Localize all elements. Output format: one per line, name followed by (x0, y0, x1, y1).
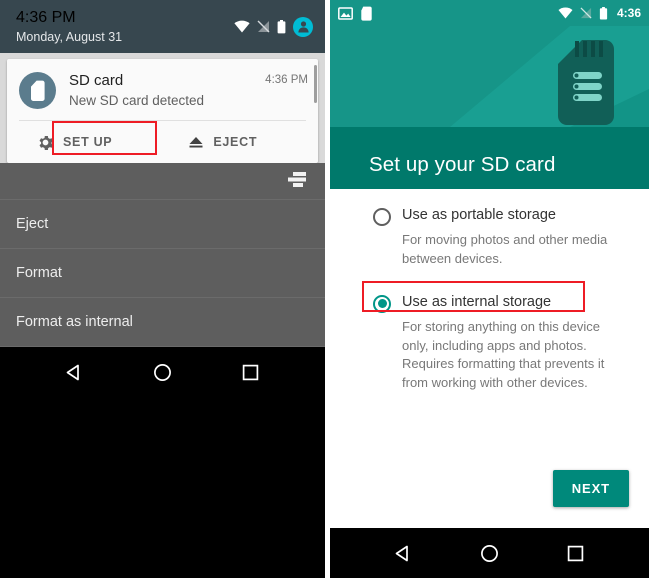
notification-shade: SD card New SD card detected 4:36 PM SET… (0, 53, 325, 163)
recents-icon[interactable] (554, 531, 598, 575)
left-status-icons (234, 16, 313, 37)
storage-menu-list: Eject Format Format as internal (0, 163, 325, 347)
notification-actions: SET UP EJECT (7, 121, 318, 163)
status-date: Monday, August 31 (16, 29, 123, 44)
menu-item-label: Eject (16, 216, 49, 232)
wifi-icon (558, 7, 573, 19)
battery-icon (277, 19, 286, 33)
sd-card-icon (19, 72, 56, 109)
option-internal-storage-wrapper: Use as internal storage For storing anyt… (330, 294, 649, 393)
status-time: 4:36 PM (16, 8, 76, 26)
sd-card-illustration (553, 38, 621, 135)
sd-card-icon (361, 6, 372, 21)
next-button[interactable]: NEXT (552, 470, 629, 507)
page-title: Set up your SD card (369, 153, 556, 176)
option-description: For storing anything on this device only… (402, 318, 605, 391)
right-status-left-icons (338, 6, 373, 21)
radio-selected-dot (377, 299, 387, 309)
menu-item-label: Format as internal (16, 314, 133, 330)
right-status-bar: 4:36 (330, 0, 649, 26)
setup-hero-header: Set up your SD card (330, 26, 649, 189)
notification-scrollbar[interactable] (314, 65, 317, 103)
menu-item-label: Format (16, 265, 62, 281)
left-nav-bar (0, 347, 325, 397)
notification-text-block: SD card New SD card detected (69, 72, 259, 109)
no-signal-icon (257, 20, 270, 33)
back-icon[interactable] (52, 350, 96, 394)
option-label: Use as internal storage (402, 293, 552, 310)
radio-button-portable[interactable] (373, 208, 391, 226)
wifi-icon (234, 20, 250, 33)
battery-icon (599, 6, 608, 19)
option-description: For moving photos and other media betwee… (402, 232, 608, 266)
option-label: Use as portable storage (402, 207, 556, 223)
right-status-right-icons: 4:36 (558, 6, 641, 20)
eject-button-label: EJECT (213, 135, 258, 149)
screenshot-root: 4:36 PM Monday, August 31 SD card New SD… (0, 0, 649, 578)
menu-top-row (0, 163, 325, 200)
option-internal-storage[interactable]: Use as internal storage (330, 294, 649, 313)
left-phone-screen: 4:36 PM Monday, August 31 SD card New SD… (0, 0, 325, 578)
home-icon[interactable] (467, 531, 511, 575)
screenshot-icon (338, 6, 353, 20)
recents-icon[interactable] (229, 350, 273, 394)
setup-button[interactable]: SET UP (25, 128, 124, 157)
gear-icon (39, 135, 54, 150)
radio-button-internal[interactable] (373, 294, 391, 313)
setup-button-label: SET UP (63, 135, 113, 149)
right-phone-screen: 4:36 Set up your SD card Use as portable… (330, 0, 649, 578)
notification-subtitle: New SD card detected (69, 93, 205, 109)
storage-options-body: Use as portable storage For moving photo… (330, 189, 649, 528)
menu-item-format[interactable]: Format (0, 249, 325, 298)
menu-item-eject[interactable]: Eject (0, 200, 325, 249)
eject-button[interactable]: EJECT (176, 129, 269, 155)
notification-header: SD card New SD card detected 4:36 PM (7, 59, 318, 120)
left-status-bar: 4:36 PM Monday, August 31 (0, 0, 325, 53)
status-time: 4:36 (616, 6, 641, 20)
clear-all-icon[interactable] (285, 171, 309, 193)
right-nav-bar (330, 528, 649, 578)
left-clock-block: 4:36 PM Monday, August 31 (16, 8, 122, 46)
home-icon[interactable] (140, 350, 184, 394)
notification-card-sd-card[interactable]: SD card New SD card detected 4:36 PM SET… (7, 59, 318, 163)
eject-icon (189, 137, 203, 148)
notification-time: 4:36 PM (265, 74, 308, 86)
option-portable-storage[interactable]: Use as portable storage (330, 207, 649, 226)
back-icon[interactable] (381, 531, 425, 575)
no-signal-icon (580, 7, 592, 19)
menu-item-format-as-internal[interactable]: Format as internal (0, 298, 325, 347)
user-avatar-icon[interactable] (293, 16, 313, 37)
notification-title: SD card (69, 72, 124, 89)
